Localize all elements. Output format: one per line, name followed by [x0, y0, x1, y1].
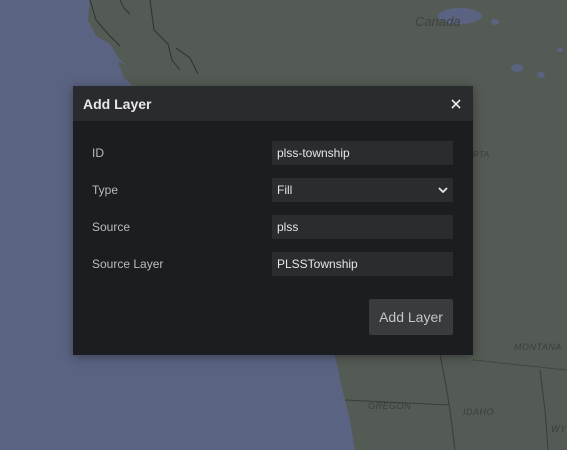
map-label-canada: Canada: [415, 14, 461, 29]
field-label-id: ID: [92, 146, 104, 160]
id-field[interactable]: [272, 141, 453, 165]
field-row-id: ID: [73, 141, 473, 165]
type-select-value: Fill: [277, 183, 293, 197]
map-label-alta: RTA: [473, 150, 490, 159]
map-label-montana: MONTANA: [514, 342, 562, 352]
field-label-type: Type: [92, 183, 119, 197]
source-layer-field[interactable]: [272, 252, 453, 276]
field-label-source: Source: [92, 220, 131, 234]
field-label-source-layer: Source Layer: [92, 257, 164, 271]
field-row-source-layer: Source Layer: [73, 252, 473, 276]
add-layer-modal: Add Layer ID Type Fill Source Source Lay…: [73, 86, 473, 355]
field-row-type: Type Fill: [73, 178, 473, 202]
close-icon[interactable]: [449, 97, 463, 111]
source-field[interactable]: [272, 215, 453, 239]
modal-title: Add Layer: [83, 95, 152, 112]
chevron-down-icon: [438, 183, 448, 197]
add-layer-button[interactable]: Add Layer: [369, 299, 453, 335]
map-label-oregon: OREGON: [368, 401, 412, 411]
map-label-wyo: WYO: [551, 424, 567, 434]
map-label-idaho: IDAHO: [463, 407, 495, 417]
type-select[interactable]: Fill: [272, 178, 453, 202]
field-row-source: Source: [73, 215, 473, 239]
modal-header: Add Layer: [73, 86, 473, 121]
